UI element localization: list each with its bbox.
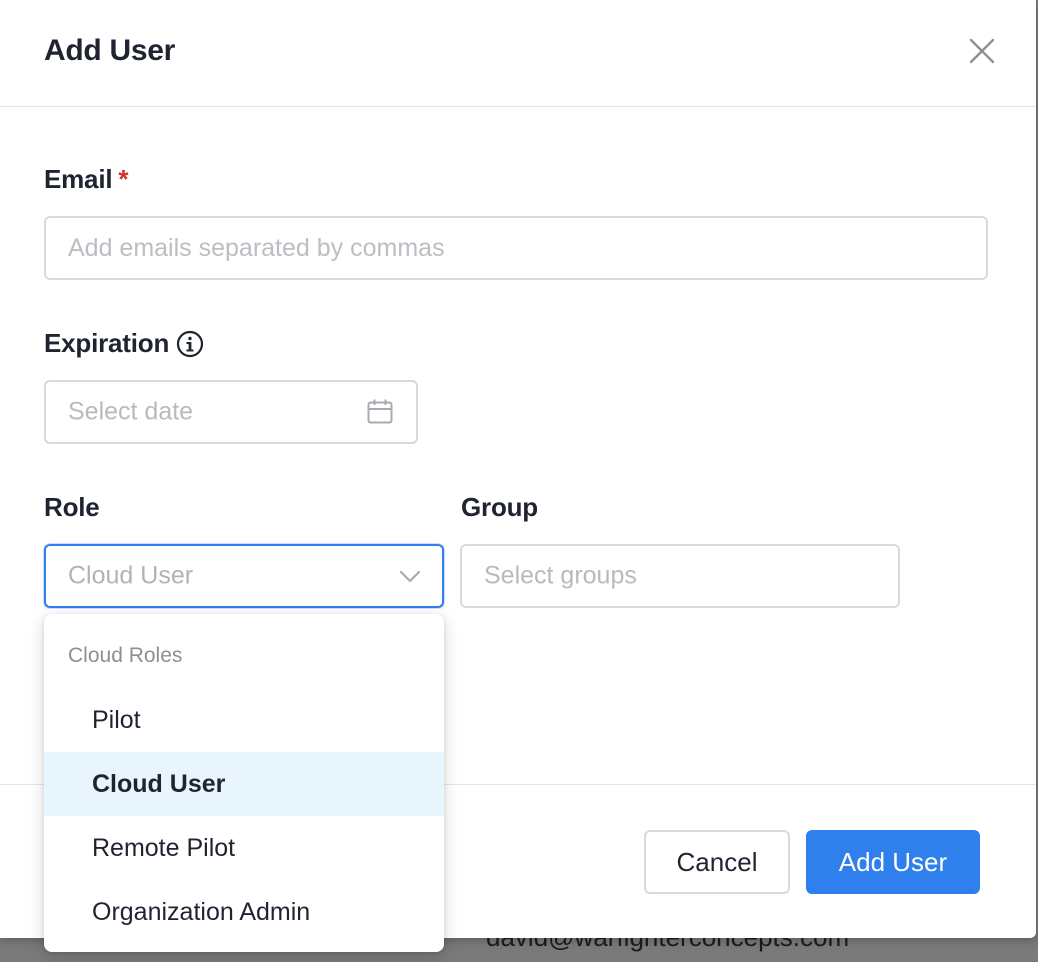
cancel-button[interactable]: Cancel [644,830,790,894]
group-placeholder: Select groups [484,561,637,590]
email-label: Email * [44,164,128,195]
modal-title: Add User [44,34,175,67]
email-input[interactable] [44,216,988,280]
role-dropdown-menu: Cloud Roles Pilot Cloud User Remote Pilo… [44,614,444,952]
role-selected-value: Cloud User [68,561,194,590]
email-label-text: Email [44,164,113,194]
close-icon [969,38,995,64]
expiration-label-text: Expiration [44,328,170,358]
modal-header: Add User [0,0,1036,107]
group-select[interactable]: Select groups [460,544,900,608]
info-icon[interactable] [175,329,205,359]
chevron-down-icon [399,570,421,583]
expiration-date-picker[interactable]: Select date [44,380,418,444]
role-label: Role [44,492,100,522]
expiration-label: Expiration [44,328,205,359]
expiration-placeholder: Select date [68,397,194,426]
required-marker: * [118,164,129,194]
role-option-pilot[interactable]: Pilot [44,688,444,752]
role-option-organization-admin[interactable]: Organization Admin [44,880,444,944]
calendar-icon [367,399,393,424]
role-option-remote-pilot[interactable]: Remote Pilot [44,816,444,880]
add-user-button[interactable]: Add User [806,830,980,894]
role-option-cloud-user[interactable]: Cloud User [44,752,444,816]
dropdown-group-label: Cloud Roles [68,644,183,667]
group-label: Group [461,492,538,522]
close-button[interactable] [962,32,1002,72]
role-select[interactable]: Cloud User [44,544,444,608]
